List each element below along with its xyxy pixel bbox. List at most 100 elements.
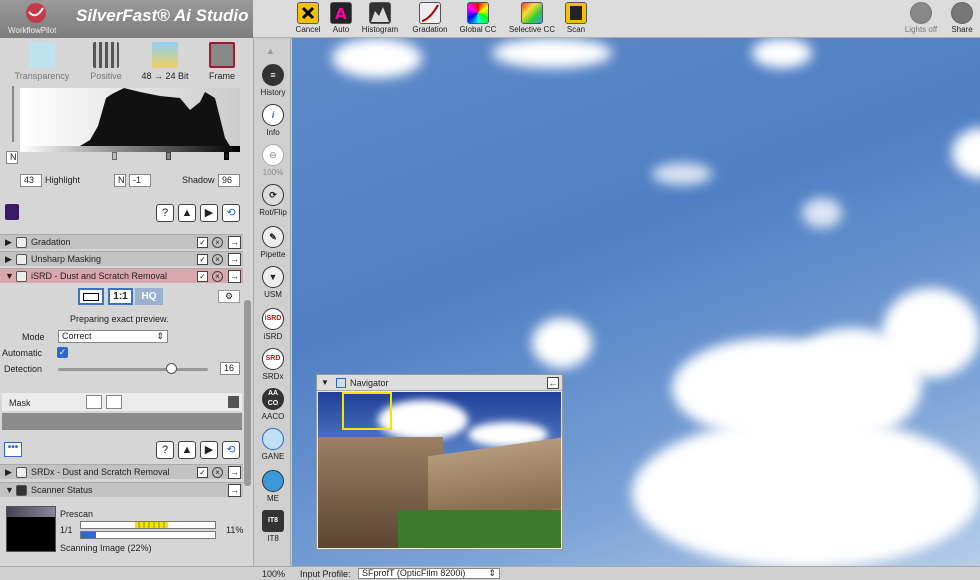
isrd-panel-header[interactable]: ▼ iSRD - Dust and Scratch Removal ✓ × → <box>0 268 243 283</box>
frame-button[interactable]: Frame <box>194 42 250 81</box>
pipette-label: Pipette <box>260 250 286 259</box>
reset-circle-icon[interactable]: × <box>212 237 223 248</box>
transparency-mode-button[interactable]: Transparency <box>14 42 70 81</box>
reset-icon[interactable]: ⟲ <box>222 204 240 222</box>
scan-count: 1/1 <box>60 525 73 535</box>
enable-checkbox[interactable]: ✓ <box>197 254 208 265</box>
expand-arrow-icon[interactable]: ▶ <box>5 252 12 267</box>
rotflip-tool[interactable]: ⟳ Rot/Flip <box>254 184 292 217</box>
expand-arrow-icon[interactable]: ▶ <box>5 235 12 250</box>
highlight-value-field[interactable]: 43 <box>20 174 42 187</box>
play-icon[interactable]: ▶ <box>200 441 218 459</box>
gane-tool[interactable]: GANE <box>254 428 292 461</box>
pilot-icon[interactable] <box>5 204 19 220</box>
zoom-tool[interactable]: ⊖ 100% <box>254 144 292 177</box>
tool-strip: ▲ ≡ History i Info ⊖ 100% ⟳ Rot/Flip ✎ Pipett… <box>253 38 291 566</box>
n-toggle[interactable]: N <box>114 174 126 187</box>
chevron-updown-icon: ⇕ <box>488 568 496 578</box>
mode-select[interactable]: Correct ⇕ <box>58 330 168 343</box>
help-icon[interactable]: ? <box>156 204 174 222</box>
collapse-arrow-icon[interactable]: ▼ <box>5 269 14 284</box>
one-to-one-button[interactable]: 1:1 <box>108 288 133 305</box>
histogram-gamma-slider[interactable] <box>12 86 14 142</box>
navigator-dock-icon[interactable]: ← <box>547 377 559 389</box>
palm-tree-icon <box>152 42 178 68</box>
popout-icon[interactable]: → <box>228 466 241 479</box>
scroll-up-icon[interactable]: ▲ <box>266 46 275 56</box>
srdx-tool-label: SRDx <box>262 372 284 381</box>
n-value-field[interactable]: -1 <box>129 174 151 187</box>
play-icon[interactable]: ▶ <box>200 204 218 222</box>
history-tool[interactable]: ≡ History <box>254 64 292 97</box>
input-profile-select[interactable]: SFprofT (OpticFilm 8200i) ⇕ <box>358 568 500 579</box>
srdx-panel-icon <box>16 467 27 478</box>
hq-button[interactable]: HQ <box>135 288 163 305</box>
share-label: Share <box>951 25 973 34</box>
highlight-handle[interactable] <box>112 152 117 160</box>
reset-circle-icon[interactable]: × <box>212 254 223 265</box>
scanner-status-header[interactable]: ▼ Scanner Status → <box>0 482 243 497</box>
workflowpilot-logo-icon[interactable] <box>24 2 48 24</box>
navigator-collapse-icon[interactable]: ▼ <box>321 378 329 387</box>
it8-tool[interactable]: IT8 IT8 <box>254 510 292 543</box>
histogram-button[interactable]: Histogram <box>352 0 408 38</box>
popout-icon[interactable]: → <box>228 270 241 283</box>
aaco-tool[interactable]: AA CO AACO <box>254 388 292 421</box>
mask-row <box>2 393 242 411</box>
mask-tool-icon[interactable] <box>86 395 102 409</box>
shadow-handle[interactable] <box>224 152 229 160</box>
enable-checkbox[interactable]: ✓ <box>197 237 208 248</box>
mask-pen-icon[interactable] <box>106 395 122 409</box>
it8-icon: IT8 <box>262 510 284 532</box>
navigator-viewport-rect[interactable] <box>342 392 392 430</box>
pipette-tool[interactable]: ✎ Pipette <box>254 226 292 259</box>
isrd-tool[interactable]: iSRD iSRD <box>254 308 292 341</box>
srdx-panel-header[interactable]: ▶ SRDx - Dust and Scratch Removal ✓ × → <box>0 464 243 479</box>
mask-label: Mask <box>9 398 31 408</box>
enable-checkbox[interactable]: ✓ <box>197 271 208 282</box>
scan-button[interactable]: Scan <box>548 0 604 38</box>
popout-icon[interactable]: → <box>228 253 241 266</box>
neutral-n-button[interactable]: N <box>6 151 18 164</box>
global-cc-label: Global CC <box>459 25 497 34</box>
srdx-tool[interactable]: SRD SRDx <box>254 348 292 381</box>
info-tool[interactable]: i Info <box>254 104 292 137</box>
gradation-icon <box>419 2 441 24</box>
navigator-window[interactable]: ▼ Navigator ← <box>316 374 563 550</box>
share-button[interactable]: Share <box>934 0 980 38</box>
automatic-checkbox[interactable]: ✓ <box>57 347 68 358</box>
shadow-value-field[interactable]: 96 <box>218 174 240 187</box>
fit-view-button[interactable] <box>78 288 104 305</box>
navigator-thumbnail[interactable] <box>318 392 561 548</box>
popout-icon[interactable]: → <box>228 236 241 249</box>
global-cc-button[interactable]: Global CC <box>450 0 506 38</box>
scanner-icon <box>16 485 27 496</box>
scan-overall-progress <box>80 531 216 539</box>
usm-panel-header[interactable]: ▶ Unsharp Masking ✓ × → <box>0 251 243 266</box>
detection-value-field[interactable]: 16 <box>220 362 240 375</box>
bit-depth-button[interactable]: 48 → 24 Bit <box>137 42 193 81</box>
trash-icon[interactable] <box>228 396 239 408</box>
detection-slider-knob[interactable] <box>165 363 177 374</box>
tutorial-icon[interactable]: ▲ <box>178 441 196 459</box>
midtone-handle[interactable] <box>166 152 171 160</box>
detection-slider[interactable] <box>58 368 208 371</box>
expand-arrow-icon[interactable]: ▶ <box>5 465 12 480</box>
tutorial-icon[interactable]: ▲ <box>178 204 196 222</box>
workflowpilot-label[interactable]: WorkflowPilot <box>8 26 56 35</box>
left-panel-scrollbar[interactable] <box>244 300 251 486</box>
positive-mode-button[interactable]: Positive <box>78 42 134 81</box>
me-tool[interactable]: ME <box>254 470 292 503</box>
reset-icon[interactable]: ⟲ <box>222 441 240 459</box>
isrd-icon: iSRD <box>262 308 284 330</box>
enable-checkbox[interactable]: ✓ <box>197 467 208 478</box>
usm-tool[interactable]: ▼ USM <box>254 266 292 299</box>
reset-circle-icon[interactable]: × <box>212 467 223 478</box>
reset-circle-icon[interactable]: × <box>212 271 223 282</box>
collapse-arrow-icon[interactable]: ▼ <box>5 483 14 498</box>
gradation-panel-header[interactable]: ▶ Gradation ✓ × → <box>0 234 243 249</box>
help-icon[interactable]: ? <box>156 441 174 459</box>
popout-icon[interactable]: → <box>228 484 241 497</box>
more-options-icon[interactable]: ••• <box>4 442 22 457</box>
gear-icon[interactable]: ⚙ <box>218 290 240 303</box>
